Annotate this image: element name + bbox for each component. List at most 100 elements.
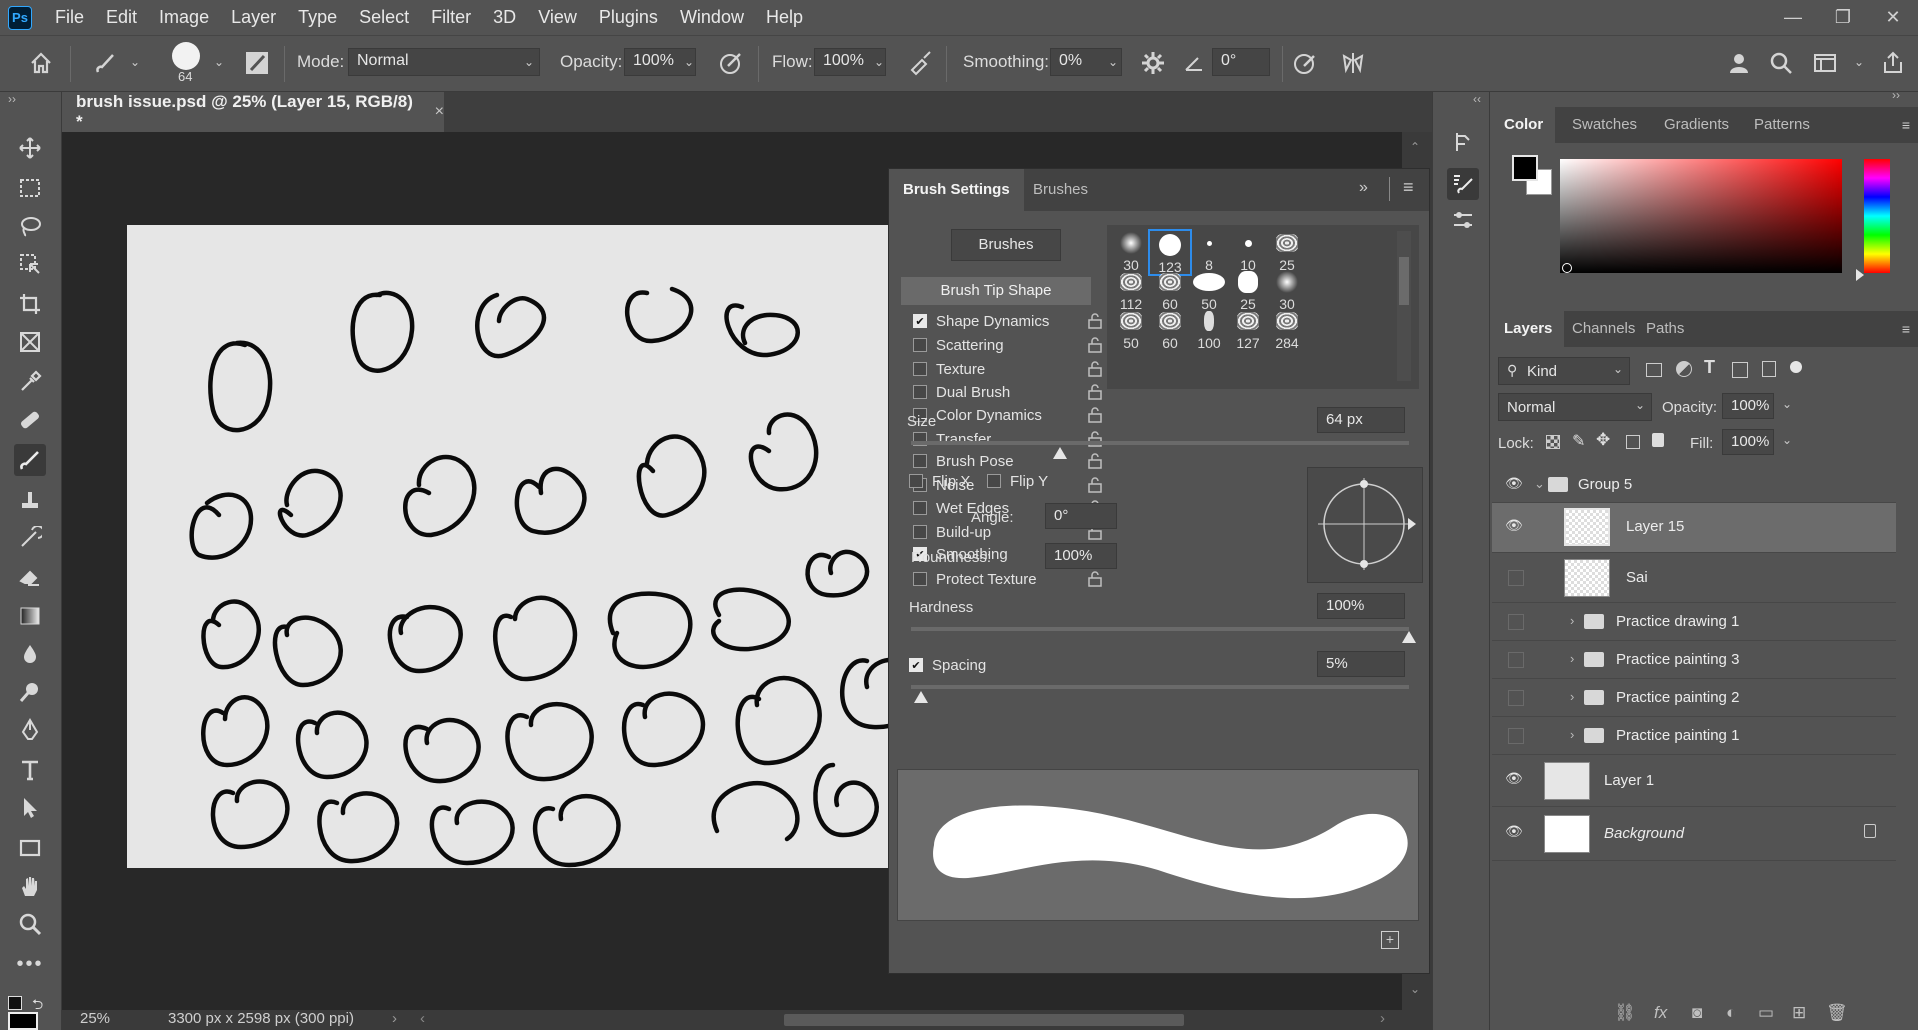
marquee-tool-icon[interactable] [14,172,46,204]
tab-color[interactable]: Color [1492,107,1556,143]
new-group-icon[interactable]: ▭ [1758,1003,1774,1023]
option-lock-icon[interactable] [1088,337,1102,353]
flow-caret-icon[interactable]: ⌄ [870,48,888,76]
smoothing-caret-icon[interactable]: ⌄ [1104,48,1122,76]
layer-row[interactable]: › Practice drawing 1 [1492,603,1896,641]
option-checkbox[interactable] [913,501,927,515]
brush-tip[interactable]: 60 [1148,307,1192,354]
horizontal-scroll-thumb[interactable] [784,1014,1184,1026]
brush-tool-icon[interactable] [14,444,46,476]
spacing-slider-track[interactable] [911,685,1409,689]
blend-mode-dropdown[interactable]: Normal ⌄ [1498,393,1652,421]
hand-tool-icon[interactable] [14,870,46,902]
pixel-filter-icon[interactable] [1646,363,1662,377]
spacing-slider-handle[interactable] [913,691,928,703]
gear-icon[interactable] [1140,50,1166,76]
flip-y-option[interactable]: Flip Y [987,469,1067,493]
option-lock-icon[interactable] [1088,384,1102,400]
color-panel-menu-icon[interactable]: ≡ [1902,117,1910,133]
option-checkbox[interactable]: ✔ [913,314,927,328]
roundness-field[interactable]: 100% [1045,543,1117,569]
add-mask-icon[interactable]: ◙ [1692,1003,1702,1023]
adjustments-panel-icon[interactable] [1447,204,1479,236]
option-checkbox[interactable] [913,525,927,539]
airbrush-icon[interactable] [908,50,934,76]
size-slider-track[interactable] [911,441,1409,445]
gradient-tool-icon[interactable] [14,600,46,632]
healing-brush-tool-icon[interactable] [14,404,46,436]
layer-lock-icon[interactable] [1864,824,1876,838]
layer-row[interactable]: 👁 Background [1492,807,1896,861]
brush-option-color-dynamics[interactable]: Color Dynamics [913,403,1102,427]
option-lock-icon[interactable] [1088,477,1102,493]
type-tool-icon[interactable] [14,754,46,786]
angle-field[interactable]: 0° [1045,503,1117,529]
menu-filter[interactable]: Filter [420,0,482,35]
option-lock-icon[interactable] [1088,313,1102,329]
scroll-left-icon[interactable]: ‹ [420,1010,425,1027]
hardness-slider-track[interactable] [911,627,1409,631]
expand-group-icon[interactable]: › [1570,651,1574,666]
brush-tip[interactable]: 100 [1187,307,1231,354]
layer-style-icon[interactable]: fx [1654,1003,1667,1023]
layer-row[interactable]: › Practice painting 2 [1492,679,1896,717]
menu-type[interactable]: Type [287,0,348,35]
mode-dropdown[interactable]: Normal [348,48,540,76]
link-layers-icon[interactable]: ⛓ [1614,1003,1636,1023]
hardness-field[interactable]: 100% [1317,593,1405,619]
history-panel-icon[interactable] [1447,126,1479,158]
zoom-level[interactable]: 25% [80,1010,110,1027]
spacing-checkbox[interactable]: ✔ [909,658,923,672]
delete-layer-icon[interactable]: 🗑 [1826,1003,1848,1023]
brush-settings-panel-icon[interactable] [1447,168,1479,200]
layer-opacity-field[interactable]: 100% [1722,393,1774,419]
home-icon[interactable] [28,50,54,76]
option-checkbox[interactable] [913,572,927,586]
zoom-tool-icon[interactable] [14,908,46,940]
size-field[interactable]: 64 px [1317,407,1405,433]
close-document-icon[interactable]: × [435,103,444,121]
more-tools-icon[interactable]: ••• [14,948,46,980]
visibility-toggle[interactable] [1508,570,1524,586]
brush-option-shape-dynamics[interactable]: ✔ Shape Dynamics [913,309,1102,333]
option-checkbox[interactable] [913,385,927,399]
menu-file[interactable]: File [44,0,95,35]
tab-layers[interactable]: Layers [1492,311,1565,347]
option-lock-icon[interactable] [1088,407,1102,423]
option-lock-icon[interactable] [1088,361,1102,377]
opacity-caret-icon[interactable]: ⌄ [680,48,698,76]
close-window-button[interactable]: ✕ [1868,0,1918,35]
brush-tip-shape-item[interactable]: Brush Tip Shape [901,277,1091,305]
menu-plugins[interactable]: Plugins [588,0,669,35]
brush-tip[interactable]: 284 [1265,307,1309,354]
clone-stamp-tool-icon[interactable] [14,484,46,516]
spacing-option[interactable]: ✔ Spacing [909,653,1049,677]
workspace-caret-icon[interactable]: ⌄ [1850,48,1868,76]
eyedropper-tool-icon[interactable] [14,366,46,398]
lock-pixels-icon[interactable]: ✎ [1572,431,1585,451]
path-selection-tool-icon[interactable] [14,792,46,824]
option-lock-icon[interactable] [1088,571,1102,587]
move-tool-icon[interactable] [14,132,46,164]
brush-option-dual-brush[interactable]: Dual Brush [913,380,1102,404]
angle-field[interactable]: 0° [1212,48,1270,76]
lock-artboard-icon[interactable] [1626,435,1640,449]
object-selection-tool-icon[interactable] [14,248,46,280]
brush-tip[interactable]: 127 [1226,307,1270,354]
flip-x-option[interactable]: Flip X [909,469,989,493]
foreground-swatch[interactable] [8,1012,38,1030]
symmetry-icon[interactable] [1340,50,1366,76]
hue-slider-handle[interactable] [1856,269,1864,281]
lock-all-icon[interactable] [1652,433,1664,447]
adjustment-layer-icon[interactable]: ◐ [1726,1003,1736,1023]
adjustment-filter-icon[interactable] [1676,361,1692,377]
brush-option-scattering[interactable]: Scattering [913,333,1102,357]
minimize-button[interactable]: — [1768,0,1818,35]
expand-group-icon[interactable]: › [1570,613,1574,628]
layer-filter-dropdown[interactable]: ⚲ Kind ⌄ [1498,357,1630,385]
collapse-panel-icon[interactable]: » [1359,179,1368,197]
tab-swatches[interactable]: Swatches [1560,107,1649,143]
layers-panel-menu-icon[interactable]: ≡ [1902,321,1910,337]
shape-filter-icon[interactable] [1732,362,1748,378]
visibility-eye-icon[interactable]: 👁 [1505,475,1527,492]
